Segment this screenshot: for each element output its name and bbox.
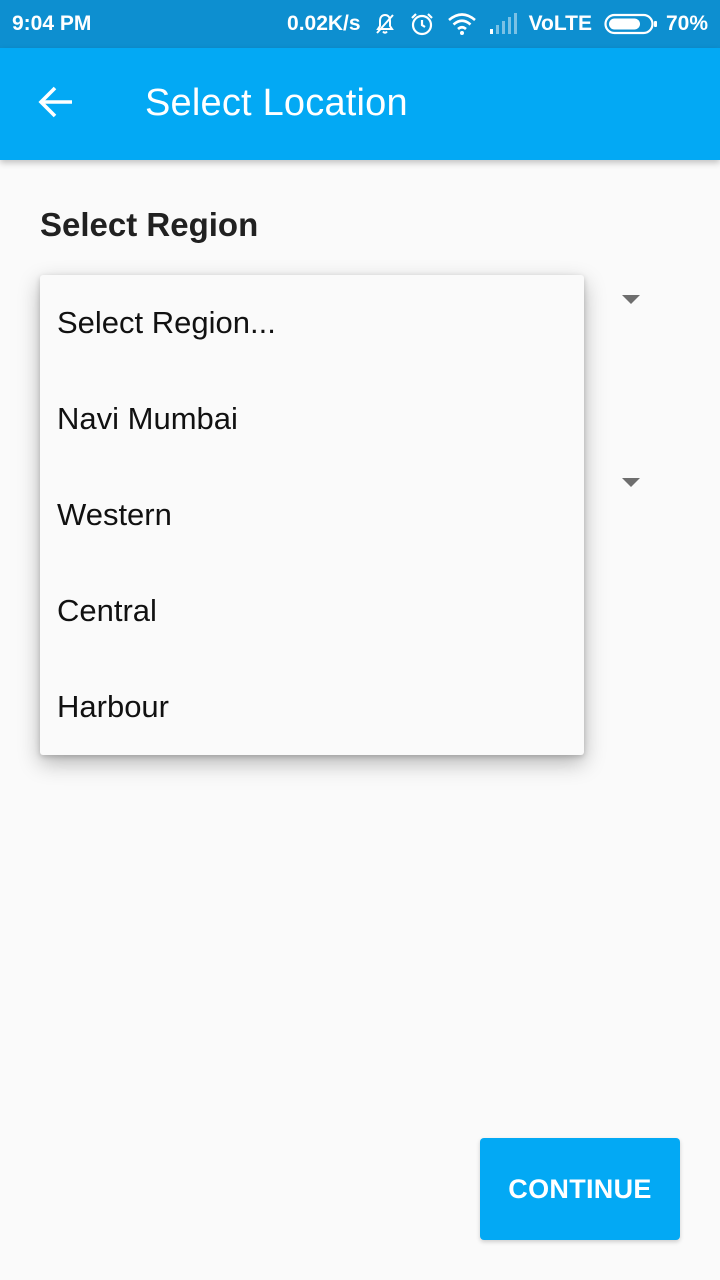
dropdown-option[interactable]: Select Region... bbox=[40, 275, 584, 371]
battery-indicator: 70% bbox=[604, 12, 708, 36]
dropdown-option[interactable]: Central bbox=[40, 563, 584, 659]
region-dropdown: Select Region... Navi Mumbai Western Cen… bbox=[40, 275, 584, 755]
page-title: Select Location bbox=[145, 82, 408, 124]
status-time: 9:04 PM bbox=[12, 12, 92, 35]
region-spinner-arrow-icon[interactable] bbox=[622, 295, 640, 304]
dropdown-option[interactable]: Harbour bbox=[40, 659, 584, 755]
region-label: Select Region bbox=[40, 206, 259, 243]
second-spinner-arrow-icon[interactable] bbox=[622, 478, 640, 487]
continue-button[interactable]: CONTINUE bbox=[480, 1138, 680, 1240]
alarm-icon bbox=[409, 11, 435, 37]
battery-level: 70% bbox=[665, 12, 708, 35]
dropdown-option[interactable]: Western bbox=[40, 467, 584, 563]
network-speed: 0.02K/s bbox=[287, 12, 361, 35]
mute-notification-icon bbox=[373, 12, 397, 36]
arrow-back-icon bbox=[38, 84, 74, 125]
signal-icon bbox=[489, 13, 517, 35]
status-right: 0.02K/s VoLTE 70% bbox=[287, 11, 708, 37]
screen: 9:04 PM 0.02K/s VoLTE 70% Select Locatio… bbox=[0, 0, 720, 1280]
app-bar: Select Location bbox=[0, 48, 720, 160]
status-bar: 9:04 PM 0.02K/s VoLTE 70% bbox=[0, 0, 720, 48]
network-type: VoLTE bbox=[528, 12, 592, 35]
wifi-icon bbox=[447, 12, 477, 36]
dropdown-option[interactable]: Navi Mumbai bbox=[40, 371, 584, 467]
back-button[interactable] bbox=[24, 76, 88, 132]
battery-icon bbox=[604, 13, 658, 35]
